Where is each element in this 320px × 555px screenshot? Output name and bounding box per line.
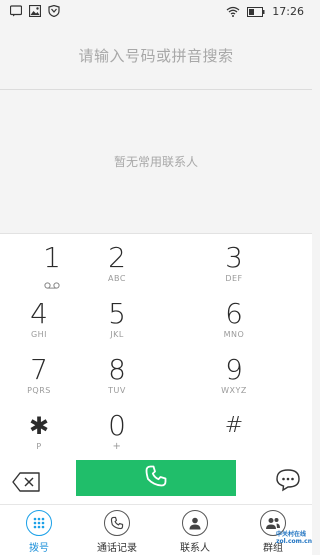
search-placeholder: 请输入号码或拼音搜索 [78,47,234,65]
message-icon [9,2,23,21]
watermark-line: 中关村在线 [276,531,307,538]
battery-icon [247,2,265,21]
bottom-tab-bar: 拨号 通话记录 联系人 群组 [0,504,312,555]
empty-state-text: 暂无常用联系人 [113,155,198,169]
key-digit: # [224,413,244,438]
key-0[interactable]: 0 + [65,402,169,458]
watermark-logo: 中关村在线 zol.com.cn [276,531,312,545]
keypad-icon [26,510,52,536]
clock-time: 17:26 [272,4,304,18]
key-3[interactable]: 3 DEF [182,234,286,290]
key-digit: 5 [108,297,126,330]
key-letters: + [112,441,122,452]
key-hash[interactable]: # [182,402,286,458]
call-button[interactable] [76,460,236,496]
tab-call-log[interactable]: 通话记录 [78,505,156,555]
dial-keypad: 1 2 ABC 3 DEF 4 GHI 5 JKL 6 MNO 7 PQRS 8… [0,233,312,460]
backspace-icon[interactable] [10,466,42,498]
key-letters: JKL [110,330,124,339]
tab-label: 拨号 [29,543,49,554]
frequent-contacts-list: 暂无常用联系人 [0,90,312,233]
key-letters: MNO [223,330,245,339]
key-digit: 8 [108,353,126,386]
key-digit: 3 [225,241,243,274]
image-icon [28,2,42,21]
key-digit: 2 [108,241,126,274]
dial-actions [0,460,312,504]
search-input[interactable]: 请输入号码或拼音搜索 [0,22,312,90]
key-digit: 6 [225,297,243,330]
tab-label: 联系人 [180,543,210,554]
tab-dialpad[interactable]: 拨号 [0,505,78,555]
key-letters: DEF [225,274,243,283]
tab-contacts[interactable]: 联系人 [156,505,234,555]
tab-label: 通话记录 [97,543,137,554]
notification-icons [9,2,60,21]
key-9[interactable]: 9 WXYZ [182,346,286,402]
key-5[interactable]: 5 JKL [65,290,169,346]
key-letters: ABC [108,274,126,283]
chat-bubble-icon[interactable] [272,464,304,496]
key-letters: TUV [108,386,126,395]
key-2[interactable]: 2 ABC [65,234,169,290]
shield-icon [48,2,60,21]
phone-icon [104,510,130,536]
status-bar: 17:26 [0,0,312,22]
key-6[interactable]: 6 MNO [182,290,286,346]
key-digit: 9 [225,353,243,386]
key-8[interactable]: 8 TUV [65,346,169,402]
system-icons: 17:26 [226,2,304,21]
key-letters: WXYZ [221,386,247,395]
wifi-icon [226,2,240,21]
person-icon [182,510,208,536]
key-digit: 0 [108,409,126,442]
watermark-line: zol.com.cn [276,538,312,545]
phone-icon [144,464,168,492]
tab-groups[interactable]: 群组 [234,505,312,555]
